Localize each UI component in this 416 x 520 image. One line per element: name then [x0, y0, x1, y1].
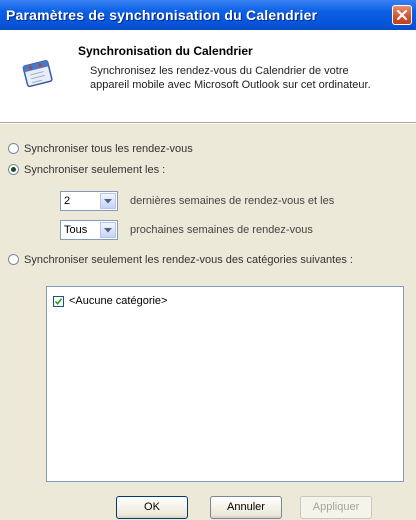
- future-weeks-value: Tous: [64, 224, 88, 236]
- chevron-down-icon: [104, 228, 112, 233]
- future-weeks-select[interactable]: Tous: [60, 220, 118, 240]
- header-title: Synchronisation du Calendrier: [78, 44, 253, 58]
- header-description: Synchronisez les rendez-vous du Calendri…: [90, 65, 371, 91]
- close-icon: [396, 9, 408, 21]
- cancel-button[interactable]: Annuler: [210, 496, 282, 519]
- category-list[interactable]: <Aucune catégorie>: [46, 286, 404, 482]
- sync-all-label: Synchroniser tous les rendez-vous: [24, 143, 193, 155]
- title-bar[interactable]: Paramètres de synchronisation du Calendr…: [0, 0, 416, 30]
- option-sync-all[interactable]: Synchroniser tous les rendez-vous: [8, 142, 193, 156]
- option-sync-only[interactable]: Synchroniser seulement les :: [8, 163, 165, 177]
- category-checkbox[interactable]: [53, 295, 64, 307]
- past-weeks-select[interactable]: 2: [60, 191, 118, 211]
- sync-categories-label: Synchroniser seulement les rendez-vous d…: [24, 254, 353, 266]
- calendar-icon: [22, 60, 53, 88]
- window-title: Paramètres de synchronisation du Calendr…: [6, 7, 318, 23]
- chevron-down-icon: [104, 199, 112, 204]
- sync-only-radio[interactable]: [8, 164, 19, 175]
- past-weeks-label: dernières semaines de rendez-vous et les: [130, 195, 335, 207]
- check-icon: [54, 297, 63, 305]
- past-weeks-dropdown-button[interactable]: [100, 193, 116, 209]
- list-item[interactable]: <Aucune catégorie>: [53, 295, 167, 307]
- sync-categories-radio[interactable]: [8, 254, 19, 265]
- close-button[interactable]: [392, 5, 412, 25]
- sync-only-label: Synchroniser seulement les :: [24, 164, 166, 176]
- future-weeks-dropdown-button[interactable]: [100, 222, 116, 238]
- option-sync-categories[interactable]: Synchroniser seulement les rendez-vous d…: [8, 253, 368, 267]
- category-label: <Aucune catégorie>: [69, 295, 168, 307]
- apply-button[interactable]: Appliquer: [300, 496, 372, 519]
- header-separator: [0, 122, 416, 124]
- future-weeks-label: prochaines semaines de rendez-vous: [130, 224, 313, 236]
- ok-button[interactable]: OK: [116, 496, 188, 519]
- past-weeks-value: 2: [64, 195, 71, 207]
- sync-all-radio[interactable]: [8, 143, 19, 154]
- dialog-header: Synchronisation du Calendrier Synchronis…: [0, 30, 416, 122]
